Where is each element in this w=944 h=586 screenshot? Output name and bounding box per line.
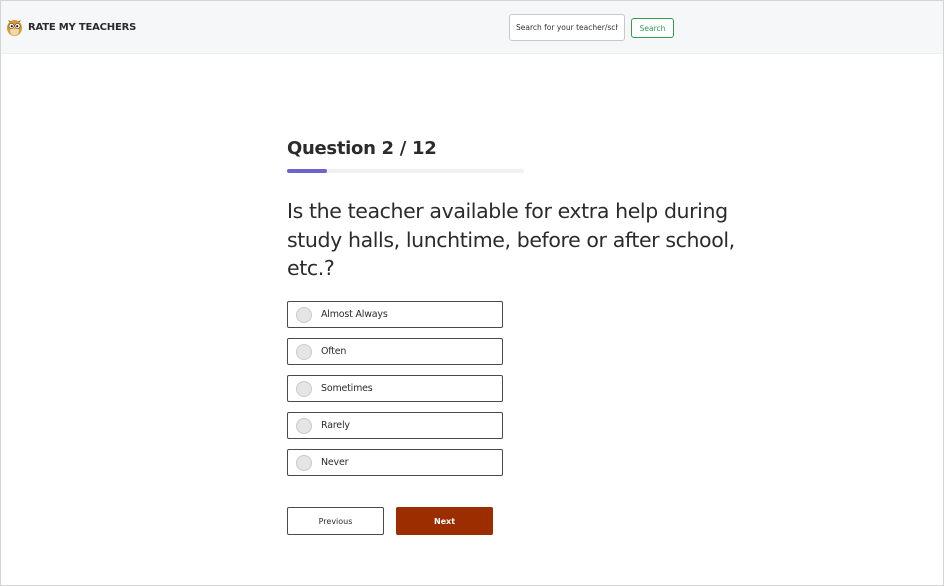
radio-button[interactable] [296, 417, 312, 434]
previous-button[interactable]: Previous [287, 507, 384, 535]
owl-icon [7, 20, 22, 36]
option-label: Sometimes [321, 383, 373, 394]
progress-bar [287, 169, 524, 173]
page: RATE MY TEACHERS Search Question 2 / 12 … [0, 0, 944, 586]
option-label: Never [321, 457, 349, 468]
search-button[interactable]: Search [631, 18, 674, 38]
option-rarely[interactable]: Rarely [287, 412, 503, 439]
option-label: Rarely [321, 420, 350, 431]
question-text: Is the teacher available for extra help … [287, 199, 735, 280]
option-often[interactable]: Often [287, 338, 503, 365]
radio-button[interactable] [296, 343, 312, 360]
radio-button[interactable] [296, 380, 312, 397]
top-header: RATE MY TEACHERS Search [1, 1, 943, 54]
answer-options: Almost Always Often Sometimes Rarely Nev… [287, 301, 503, 486]
radio-button[interactable] [296, 454, 312, 471]
site-logo[interactable]: RATE MY TEACHERS [6, 17, 136, 37]
option-sometimes[interactable]: Sometimes [287, 375, 503, 402]
search-input[interactable] [509, 14, 625, 41]
option-never[interactable]: Never [287, 449, 503, 476]
progress-bar-fill [287, 169, 327, 173]
logo-text: RATE MY TEACHERS [28, 21, 137, 33]
radio-button[interactable] [296, 306, 312, 323]
next-button[interactable]: Next [396, 507, 493, 535]
option-label: Almost Always [321, 309, 388, 320]
option-label: Often [321, 346, 347, 357]
question-counter: Question 2 / 12 [287, 138, 437, 159]
option-almost-always[interactable]: Almost Always [287, 301, 503, 328]
